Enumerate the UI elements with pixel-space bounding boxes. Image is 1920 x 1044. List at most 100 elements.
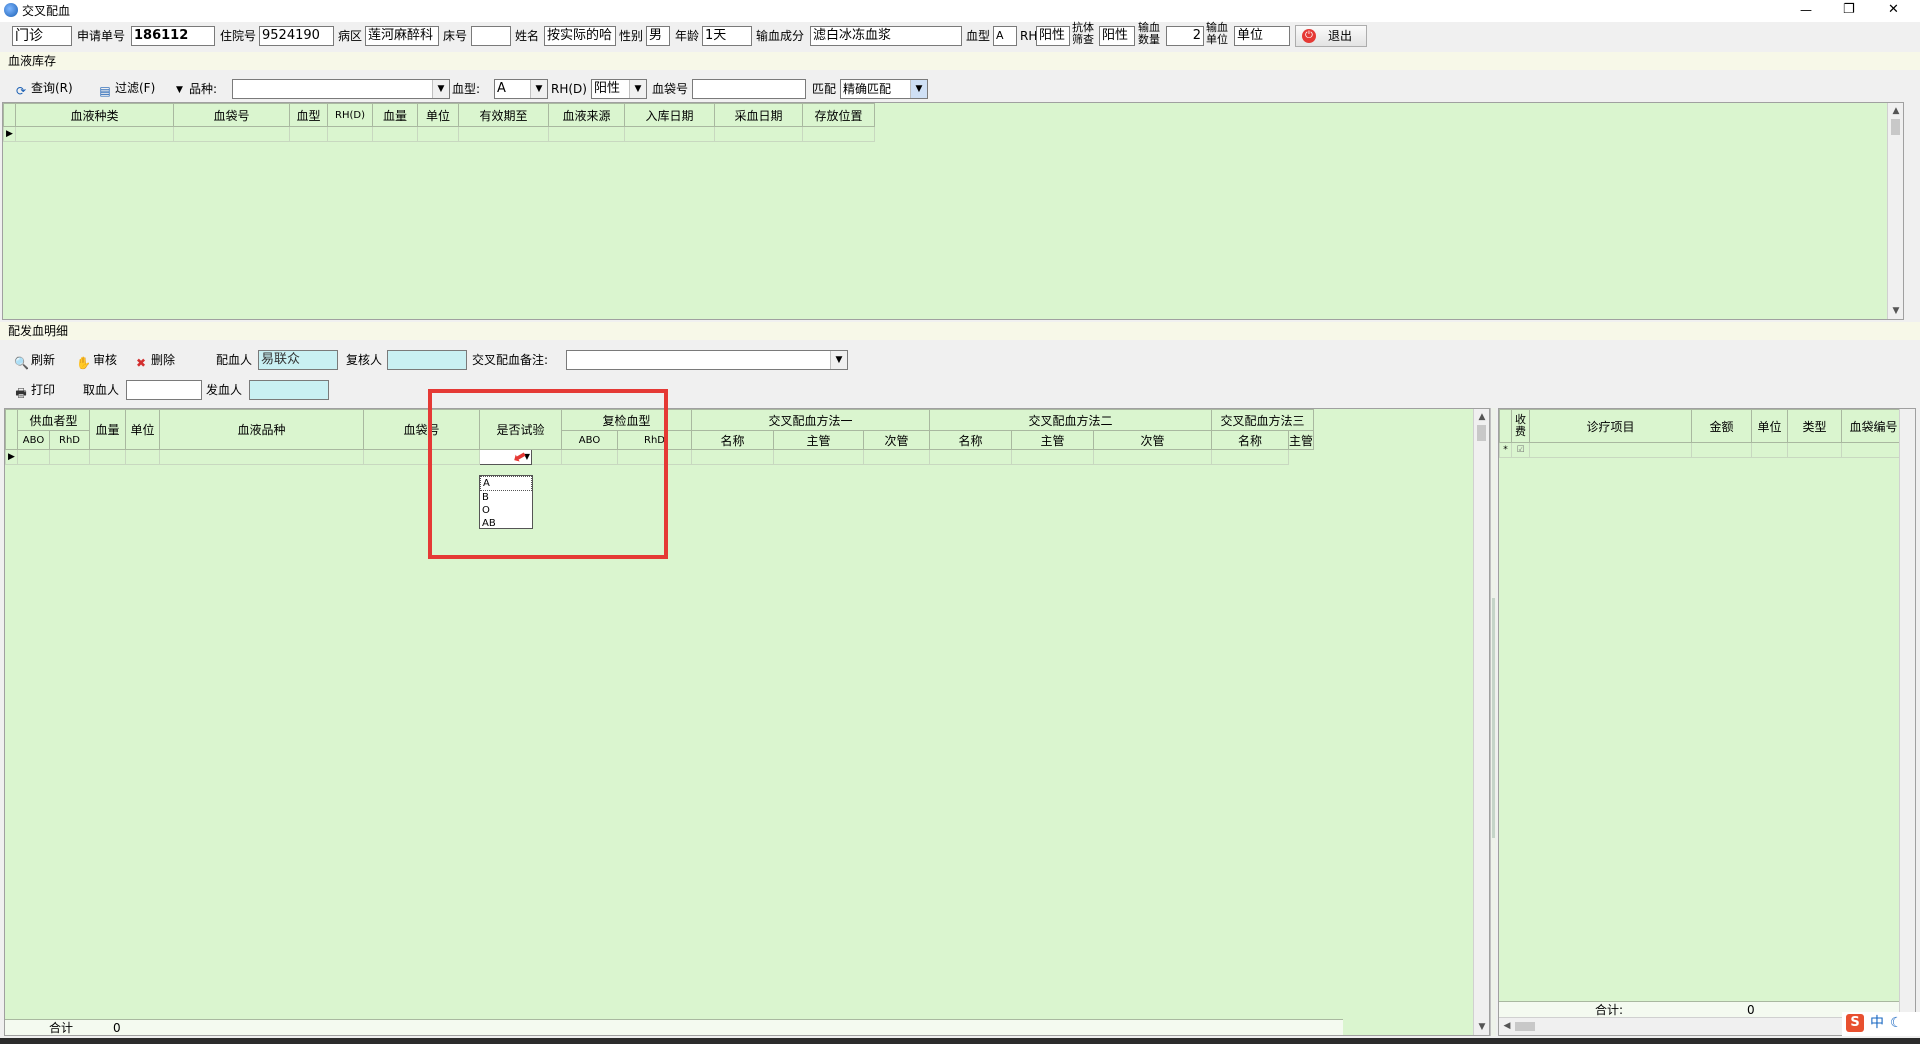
- col-fee-type[interactable]: 类型: [1787, 409, 1842, 443]
- charge-checkbox[interactable]: ☑: [1511, 442, 1530, 458]
- qty-field[interactable]: 2: [1166, 26, 1204, 46]
- stock-vertical-scrollbar[interactable]: ▲ ▼: [1887, 103, 1903, 319]
- col-fee-charge[interactable]: 收费: [1511, 409, 1530, 443]
- scroll-thumb[interactable]: [1477, 425, 1486, 441]
- variety-label: 品种:: [189, 82, 218, 96]
- matcher-field[interactable]: 易联众: [258, 350, 338, 370]
- scroll-thumb[interactable]: [1891, 119, 1900, 135]
- taker-field[interactable]: [126, 380, 202, 400]
- variety-dropdown-arrow-icon[interactable]: ▼: [176, 82, 183, 98]
- refresh-icon: 🔍: [14, 356, 29, 370]
- col-donor-abo[interactable]: ABO: [17, 430, 50, 450]
- audit-button[interactable]: ✋ 审核: [76, 350, 117, 370]
- fee-horizontal-scrollbar[interactable]: ◀: [1499, 1017, 1899, 1035]
- col-stock-rh[interactable]: RH(D): [327, 103, 373, 127]
- name-field[interactable]: 按实际的哈: [544, 26, 616, 46]
- col-variety[interactable]: 血液品种: [159, 409, 364, 450]
- col-m3-main[interactable]: 主管: [1287, 430, 1315, 450]
- col-stock-in-date[interactable]: 入库日期: [624, 103, 715, 127]
- col-m2-name[interactable]: 名称: [929, 430, 1012, 450]
- reviewer-field[interactable]: [387, 350, 467, 370]
- filter-button[interactable]: ▤ 过滤(F): [98, 78, 155, 98]
- antibody-field[interactable]: 阳性: [1099, 26, 1135, 46]
- bloodtype-label: 血型: [966, 29, 991, 43]
- row-pointer-icon: ▶: [5, 449, 18, 465]
- minimize-button[interactable]: —: [1800, 2, 1812, 18]
- scroll-down-icon[interactable]: ▼: [1474, 1019, 1490, 1035]
- col-stock-source[interactable]: 血液来源: [548, 103, 625, 127]
- issuer-field[interactable]: [249, 380, 329, 400]
- chevron-down-icon[interactable]: ▼: [432, 80, 449, 98]
- col-m3-name[interactable]: 名称: [1211, 430, 1289, 450]
- patient-type-field[interactable]: 门诊: [12, 26, 72, 46]
- refresh-button[interactable]: 🔍 刷新: [14, 350, 55, 370]
- table-row[interactable]: ▶: [3, 126, 875, 142]
- bloodtype-field[interactable]: A: [993, 26, 1017, 46]
- match-select[interactable]: 精确匹配 ▼: [840, 79, 928, 99]
- col-fee-unit[interactable]: 单位: [1751, 409, 1788, 443]
- print-button[interactable]: 🖶 打印: [14, 380, 55, 400]
- col-stock-volume[interactable]: 血量: [372, 103, 418, 127]
- variety-select[interactable]: ▼: [232, 79, 450, 99]
- chevron-down-icon[interactable]: ▼: [629, 80, 646, 98]
- col-stock-unit[interactable]: 单位: [417, 103, 459, 127]
- fee-vertical-scrollbar[interactable]: [1899, 409, 1915, 1035]
- query-button[interactable]: ⟳ 查询(R): [14, 78, 73, 98]
- col-stock-location[interactable]: 存放位置: [802, 103, 875, 127]
- stock-bloodtype-select[interactable]: A ▼: [494, 79, 548, 99]
- scroll-thumb[interactable]: [1515, 1022, 1535, 1031]
- unit-field[interactable]: 单位: [1234, 26, 1290, 46]
- table-row[interactable]: * ☑: [1499, 442, 1906, 458]
- detail-vertical-scrollbar[interactable]: ▲ ▼: [1473, 409, 1489, 1035]
- col-donor-rhd[interactable]: RhD: [49, 430, 90, 450]
- col-m2-minor[interactable]: 次管: [1093, 430, 1212, 450]
- age-field[interactable]: 1天: [702, 26, 752, 46]
- scroll-left-icon[interactable]: ◀: [1499, 1018, 1515, 1034]
- panel-splitter[interactable]: [1490, 408, 1496, 1036]
- col-fee-amount[interactable]: 金额: [1691, 409, 1752, 443]
- col-unit[interactable]: 单位: [125, 409, 160, 450]
- col-m1-name[interactable]: 名称: [691, 430, 774, 450]
- component-field[interactable]: 滤白冰冻血浆: [810, 26, 962, 46]
- hand-icon: ✋: [76, 356, 91, 370]
- scroll-up-icon[interactable]: ▲: [1888, 103, 1904, 119]
- scroll-down-icon[interactable]: ▼: [1888, 303, 1904, 319]
- col-m1-main[interactable]: 主管: [773, 430, 864, 450]
- fee-totals-row: 合计: 0: [1499, 1001, 1899, 1017]
- reviewer-label: 复核人: [346, 353, 383, 367]
- col-fee-bag[interactable]: 血袋编号: [1841, 409, 1906, 443]
- scroll-up-icon[interactable]: ▲: [1474, 409, 1490, 425]
- close-button[interactable]: ✕: [1888, 2, 1899, 18]
- chevron-down-icon[interactable]: ▼: [910, 80, 927, 98]
- col-stock-type[interactable]: 血液种类: [15, 103, 174, 127]
- col-m1-minor[interactable]: 次管: [863, 430, 930, 450]
- remark-select[interactable]: ▼: [566, 350, 848, 370]
- col-stock-bloodtype[interactable]: 血型: [289, 103, 328, 127]
- rh-field[interactable]: 阳性: [1036, 26, 1070, 46]
- exit-button[interactable]: ⏻ 退出: [1295, 25, 1367, 47]
- window-title: 交叉配血: [22, 4, 71, 18]
- splitter-handle[interactable]: [1492, 598, 1495, 838]
- chevron-down-icon[interactable]: ▼: [830, 351, 847, 369]
- stock-rh-select[interactable]: 阳性 ▼: [591, 79, 647, 99]
- col-volume[interactable]: 血量: [89, 409, 126, 450]
- ime-indicator[interactable]: S 中 ☾: [1842, 1012, 1920, 1036]
- fee-total-label: 合计:: [1595, 1003, 1624, 1017]
- sex-field[interactable]: 男: [646, 26, 670, 46]
- stock-bag-field[interactable]: [692, 79, 806, 99]
- col-m2-main[interactable]: 主管: [1011, 430, 1094, 450]
- col-stock-collect-date[interactable]: 采血日期: [714, 103, 803, 127]
- ward-field[interactable]: 莲河麻醉科: [365, 26, 439, 46]
- chevron-down-icon[interactable]: ▼: [530, 80, 547, 98]
- restore-button[interactable]: ❐: [1843, 2, 1855, 18]
- filter-label: 过滤(F): [115, 81, 156, 95]
- request-no-field[interactable]: 186112: [131, 26, 215, 46]
- delete-label: 删除: [151, 353, 176, 367]
- col-stock-expiry[interactable]: 有效期至: [458, 103, 549, 127]
- inpatient-no-field[interactable]: 9524190: [259, 26, 334, 46]
- col-fee-item[interactable]: 诊疗项目: [1529, 409, 1692, 443]
- bed-field[interactable]: [471, 26, 511, 46]
- refresh-query-icon: ⟳: [15, 84, 27, 98]
- delete-button[interactable]: ✖ 删除: [134, 350, 175, 370]
- col-stock-bag[interactable]: 血袋号: [173, 103, 290, 127]
